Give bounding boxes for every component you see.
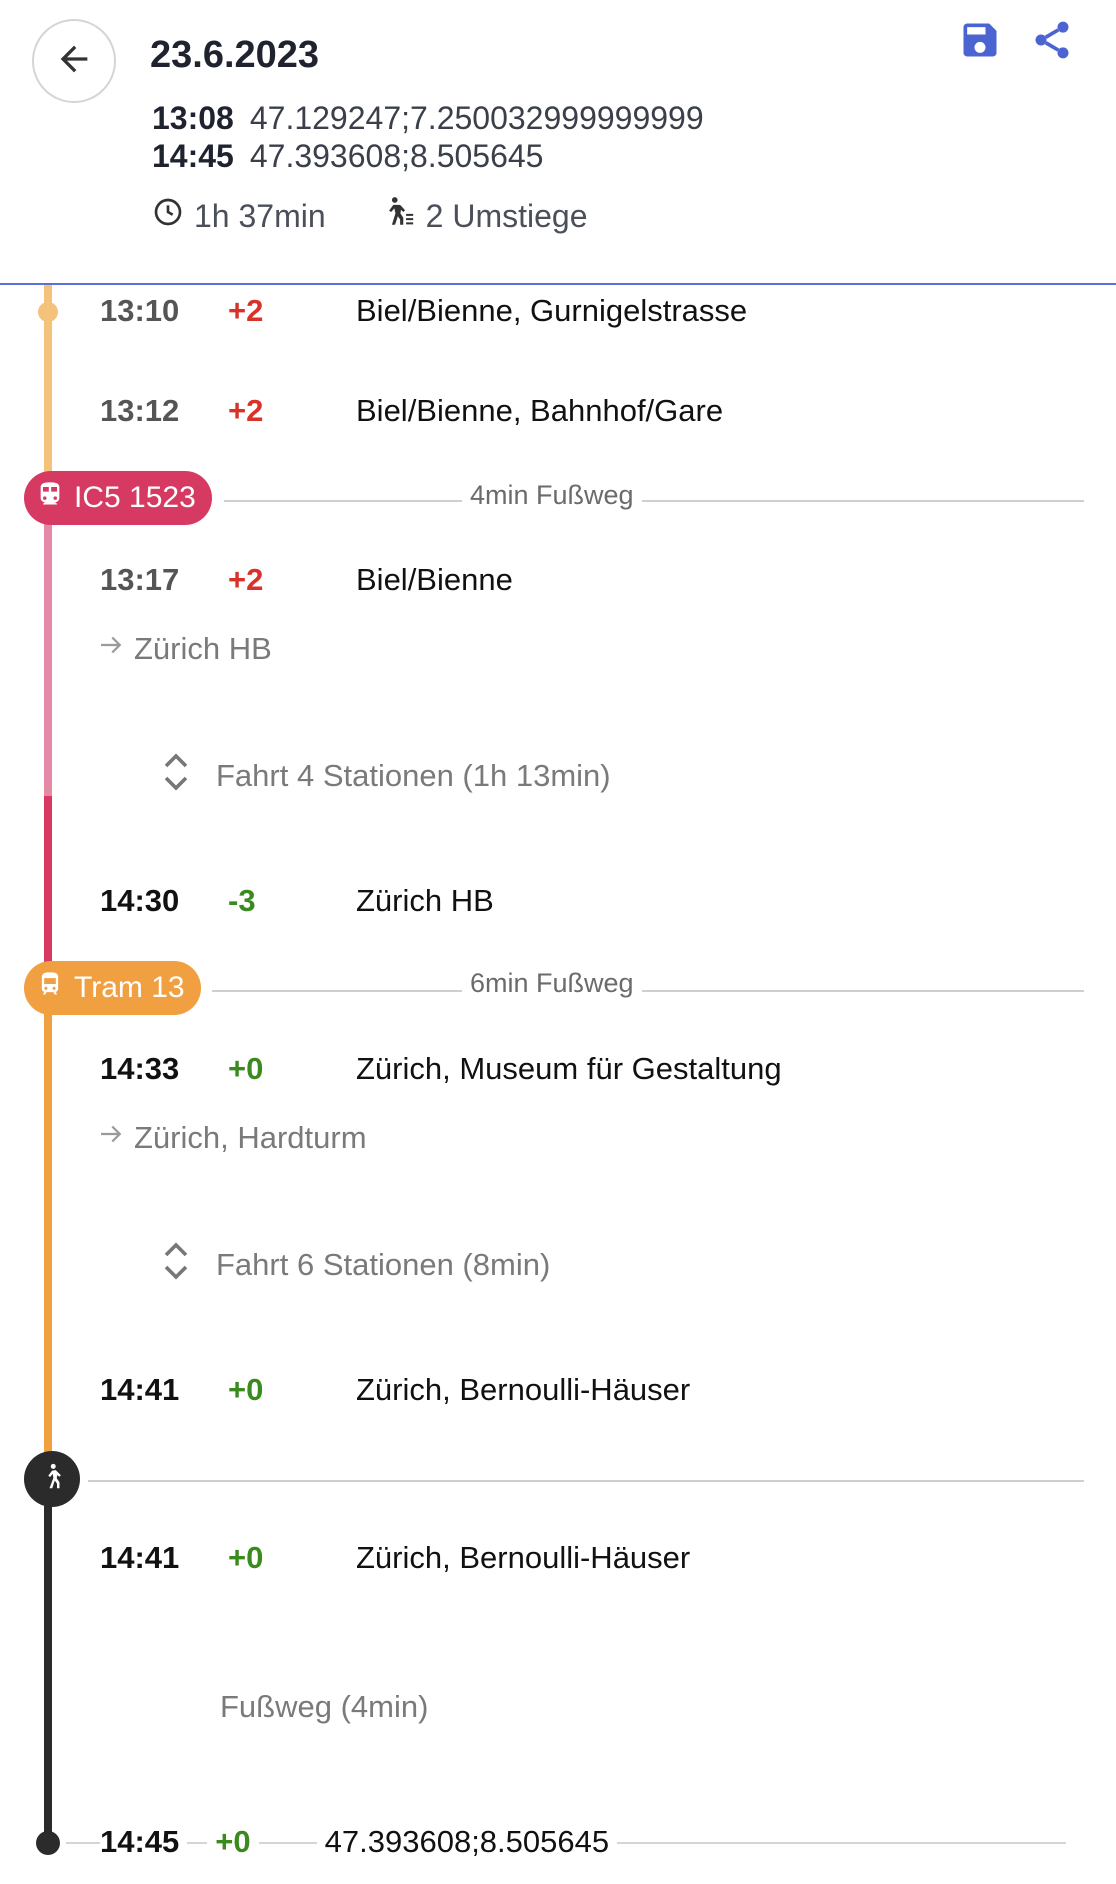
stop-row[interactable]: 14:41 +0 Zürich, Bernoulli-Häuser bbox=[100, 1370, 690, 1410]
walk-transfer-icon bbox=[382, 195, 416, 237]
stop-row[interactable]: 13:12 +2 Biel/Bienne, Bahnhof/Gare bbox=[100, 391, 723, 431]
train-icon bbox=[36, 480, 64, 516]
arrow-right-icon bbox=[96, 1119, 126, 1157]
transfer-walk-label: 6min Fußweg bbox=[462, 968, 642, 999]
departure-row: 13:08 47.129247;7.250032999999999 bbox=[152, 100, 704, 137]
arrow-left-icon bbox=[54, 39, 94, 84]
stop-delay: -3 bbox=[228, 883, 256, 918]
direction-label: Zürich, Hardturm bbox=[134, 1120, 367, 1155]
stop-name: Zürich, Museum für Gestaltung bbox=[356, 1051, 782, 1086]
stop-row[interactable]: 14:41 +0 Zürich, Bernoulli-Häuser bbox=[100, 1538, 690, 1578]
stop-time: 13:12 bbox=[100, 393, 180, 428]
stop-delay: +0 bbox=[228, 1372, 264, 1407]
transfer-count: 2 Umstiege bbox=[425, 197, 588, 234]
stop-time: 13:17 bbox=[100, 562, 180, 597]
train-line bbox=[44, 796, 52, 966]
stop-time: 14:45 bbox=[100, 1824, 188, 1860]
arrival-time: 14:45 bbox=[152, 138, 234, 174]
walk-line bbox=[44, 1506, 52, 1842]
trip-duration: 1h 37min bbox=[194, 197, 326, 234]
tram-line bbox=[44, 1006, 52, 1456]
expand-stations-button[interactable]: Fahrt 4 Stationen (1h 13min) bbox=[160, 750, 611, 802]
stop-row[interactable]: 14:30 -3 Zürich HB bbox=[100, 881, 494, 921]
stop-delay: +0 bbox=[207, 1824, 259, 1860]
destination-dot bbox=[36, 1831, 60, 1855]
destination-row[interactable]: 14:45 +0 47.393608;8.505645 bbox=[100, 1822, 618, 1862]
stop-name: 47.393608;8.505645 bbox=[316, 1824, 618, 1860]
walk-duration: Fußweg (4min) bbox=[220, 1689, 429, 1724]
train-badge[interactable]: IC5 1523 bbox=[24, 471, 212, 525]
stop-delay: +2 bbox=[228, 393, 264, 428]
tram-line-label: Tram 13 bbox=[74, 971, 185, 1004]
stop-name: Zürich, Bernoulli-Häuser bbox=[356, 1540, 691, 1575]
header-divider bbox=[0, 283, 1116, 285]
transfer-walk-divider bbox=[212, 990, 1084, 992]
tram-icon bbox=[36, 970, 64, 1006]
back-button[interactable] bbox=[32, 19, 116, 103]
stop-name: Biel/Bienne, Bahnhof/Gare bbox=[356, 393, 724, 428]
tram-direction: Zürich, Hardturm bbox=[96, 1119, 367, 1157]
stop-row[interactable]: 14:33 +0 Zürich, Museum für Gestaltung bbox=[100, 1049, 782, 1089]
stop-name: Zürich HB bbox=[356, 883, 494, 918]
stop-row[interactable]: 13:17 +2 Biel/Bienne bbox=[100, 560, 513, 600]
stop-delay: +2 bbox=[228, 562, 264, 597]
expand-stations-button[interactable]: Fahrt 6 Stationen (8min) bbox=[160, 1239, 550, 1291]
expand-label: Fahrt 4 Stationen (1h 13min) bbox=[216, 758, 611, 793]
trip-summary: 1h 37min 2 Umstiege bbox=[152, 195, 587, 237]
share-icon bbox=[1030, 18, 1074, 67]
stop-name: Zürich, Bernoulli-Häuser bbox=[356, 1372, 691, 1407]
walk-badge[interactable] bbox=[24, 1451, 80, 1507]
trip-date: 23.6.2023 bbox=[150, 34, 320, 76]
departure-time: 13:08 bbox=[152, 100, 234, 136]
clock-icon bbox=[152, 196, 184, 236]
stop-delay: +0 bbox=[228, 1051, 264, 1086]
save-icon bbox=[958, 18, 1002, 67]
stop-delay: +2 bbox=[228, 293, 264, 328]
arrival-location: 47.393608;8.505645 bbox=[249, 138, 544, 174]
stop-name: Biel/Bienne bbox=[356, 562, 513, 597]
stop-name: Biel/Bienne, Gurnigelstrasse bbox=[356, 293, 748, 328]
first-leg-dot bbox=[38, 302, 58, 322]
stop-time: 14:33 bbox=[100, 1051, 180, 1086]
stop-time: 14:41 bbox=[100, 1372, 180, 1407]
stop-row[interactable]: 13:10 +2 Biel/Bienne, Gurnigelstrasse bbox=[100, 291, 747, 331]
tram-badge[interactable]: Tram 13 bbox=[24, 961, 201, 1015]
departure-location: 47.129247;7.250032999999999 bbox=[249, 100, 704, 136]
stop-time: 14:41 bbox=[100, 1540, 180, 1575]
expand-label: Fahrt 6 Stationen (8min) bbox=[216, 1247, 551, 1282]
arrival-row: 14:45 47.393608;8.505645 bbox=[152, 138, 543, 175]
stop-time: 13:10 bbox=[100, 293, 180, 328]
walk-divider bbox=[88, 1480, 1084, 1482]
save-button[interactable] bbox=[956, 18, 1004, 66]
transfer-walk-label: 4min Fußweg bbox=[462, 480, 642, 511]
walk-icon bbox=[37, 1462, 67, 1497]
direction-label: Zürich HB bbox=[134, 631, 272, 666]
arrow-right-icon bbox=[96, 630, 126, 668]
stop-time: 14:30 bbox=[100, 883, 180, 918]
train-line-past bbox=[44, 520, 52, 796]
stop-delay: +0 bbox=[228, 1540, 264, 1575]
share-button[interactable] bbox=[1028, 18, 1076, 66]
expand-icon bbox=[160, 750, 192, 802]
expand-icon bbox=[160, 1239, 192, 1291]
transfer-walk-divider bbox=[224, 500, 1084, 502]
train-direction: Zürich HB bbox=[96, 630, 272, 668]
train-line-label: IC5 1523 bbox=[74, 481, 196, 514]
